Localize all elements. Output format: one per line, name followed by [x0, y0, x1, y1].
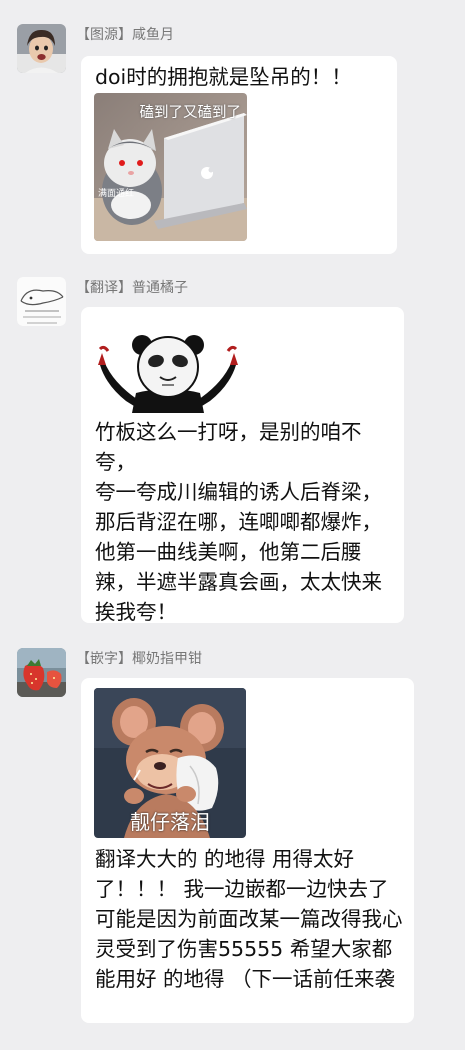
message-text: 翻译大大的 的地得 用得太好了！！！ 我一边嵌都一边快去了 可能是因为前面改某一… — [95, 847, 403, 991]
sticker-caption: 磕到了又磕到了 — [139, 105, 242, 121]
sticker-caption: 满面通红 — [98, 189, 135, 199]
strawberry-avatar-icon — [17, 648, 66, 697]
sender-name: 【翻译】普通橘子 — [76, 280, 188, 296]
avatar[interactable] — [17, 648, 66, 697]
chat-screen: 【图源】咸鱼月 doi时的拥抱就是坠吊的！！ 磕到了又磕到了 满面通红 【翻译】… — [0, 0, 465, 1050]
panda-cheer-sticker[interactable] — [96, 331, 240, 413]
person-avatar-icon — [17, 24, 66, 73]
sender-name: 【图源】咸鱼月 — [76, 27, 174, 43]
message-bubble[interactable]: 靓仔落泪 翻译大大的 的地得 用得太好了！！！ 我一边嵌都一边快去了 可能是因为… — [81, 678, 414, 1023]
message-text: 竹板这么一打呀，是别的咱不夸， 夸一夸成川编辑的诱人后脊梁，那后背涩在哪，连唧唧… — [95, 420, 382, 624]
doodle-avatar-icon — [17, 277, 66, 326]
jerry-crying-sticker[interactable]: 靓仔落泪 — [94, 688, 246, 838]
avatar[interactable] — [17, 277, 66, 326]
message-text: doi时的拥抱就是坠吊的！！ — [95, 65, 352, 89]
cat-laptop-sticker[interactable]: 磕到了又磕到了 满面通红 — [94, 93, 247, 241]
sticker-caption: 靓仔落泪 — [130, 810, 210, 834]
avatar[interactable] — [17, 24, 66, 73]
message-bubble[interactable]: 竹板这么一打呀，是别的咱不夸， 夸一夸成川编辑的诱人后脊梁，那后背涩在哪，连唧唧… — [81, 307, 404, 624]
message-bubble[interactable]: doi时的拥抱就是坠吊的！！ 磕到了又磕到了 满面通红 — [81, 56, 397, 254]
sender-name: 【嵌字】椰奶指甲钳 — [76, 651, 202, 667]
panda-cheer-icon — [96, 331, 240, 413]
